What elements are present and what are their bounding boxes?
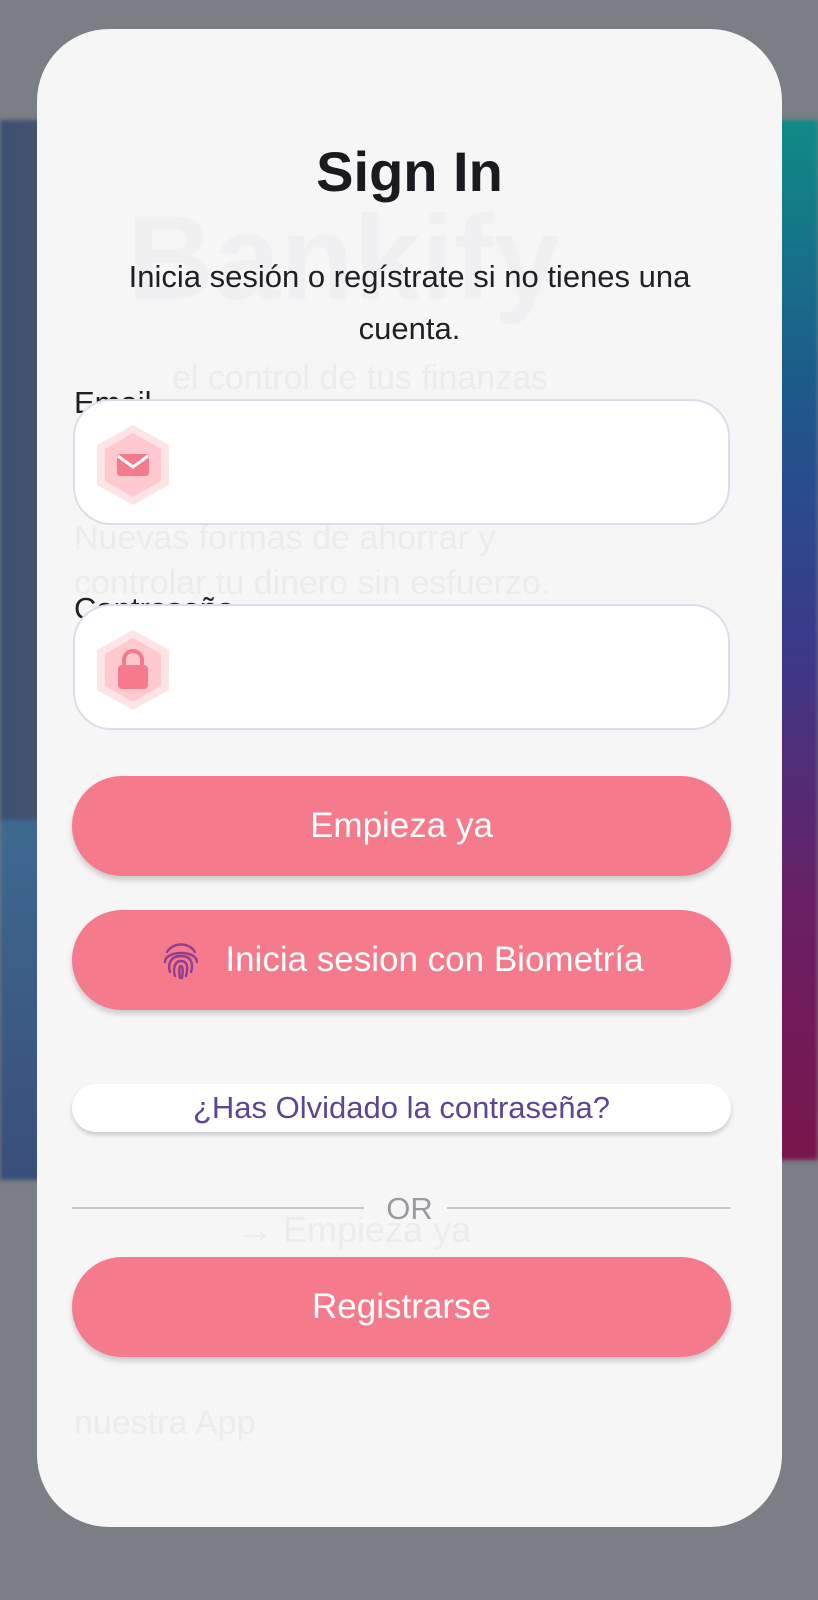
password-input[interactable] <box>193 626 707 712</box>
email-field[interactable] <box>73 399 730 525</box>
biometric-login-label: Inicia sesion con Biometría <box>225 940 644 979</box>
lock-icon <box>97 630 169 710</box>
page-title: Sign In <box>316 140 503 203</box>
divider-right <box>447 1207 731 1209</box>
fingerprint-icon <box>164 943 199 980</box>
background-footer: nuestra App <box>74 1404 256 1442</box>
password-field[interactable] <box>73 604 730 730</box>
biometric-login-button[interactable]: Inicia sesion con Biometría <box>72 910 731 1010</box>
or-separator: OR <box>386 1191 433 1226</box>
email-input[interactable] <box>193 421 707 507</box>
forgot-password-link[interactable]: ¿Has Olvidado la contraseña? <box>72 1084 731 1132</box>
page-subtitle: Inicia sesión o regístrate si no tienes … <box>128 259 691 346</box>
start-button[interactable]: Empieza ya <box>72 776 731 876</box>
background-tagline: el control de tus finanzas <box>172 359 549 397</box>
signin-modal: Bankify el control de tus finanzas Nueva… <box>37 29 782 1527</box>
mail-icon <box>97 425 169 505</box>
register-button[interactable]: Registrarse <box>72 1257 731 1357</box>
